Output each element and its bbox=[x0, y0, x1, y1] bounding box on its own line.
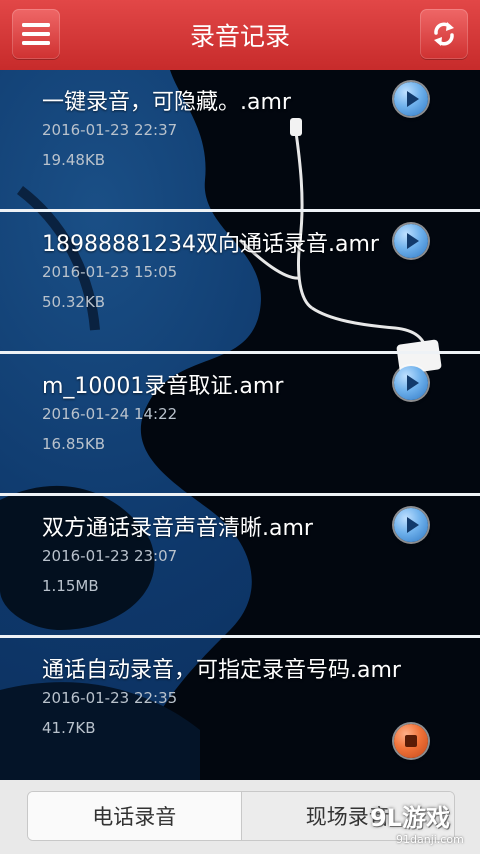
file-name: 一键录音，可隐藏。.amr bbox=[42, 90, 291, 115]
app-header: 录音记录 bbox=[0, 0, 480, 71]
list-item[interactable]: 通话自动录音，可指定录音号码.amr 2016-01-23 22:35 41.7… bbox=[0, 638, 480, 780]
play-button[interactable] bbox=[394, 224, 428, 258]
file-date: 2016-01-24 14:22 bbox=[42, 405, 178, 423]
tab-phone-recording[interactable]: 电话录音 bbox=[28, 792, 241, 840]
file-size: 50.32KB bbox=[42, 293, 106, 311]
watermark-url: 91danji.com bbox=[396, 833, 464, 846]
refresh-icon bbox=[434, 22, 454, 46]
play-button[interactable] bbox=[394, 366, 428, 400]
file-date: 2016-01-23 22:37 bbox=[42, 121, 178, 139]
watermark-logo: 9L游戏 bbox=[370, 804, 450, 832]
play-button[interactable] bbox=[394, 508, 428, 542]
list-item[interactable]: 18988881234双向通话录音.amr 2016-01-23 15:05 5… bbox=[0, 212, 480, 354]
file-date: 2016-01-23 15:05 bbox=[42, 263, 178, 281]
file-name: m_10001录音取证.amr bbox=[42, 374, 284, 399]
file-name: 18988881234双向通话录音.amr bbox=[42, 232, 379, 257]
file-size: 16.85KB bbox=[42, 435, 106, 453]
file-size: 41.7KB bbox=[42, 719, 96, 737]
file-size: 19.48KB bbox=[42, 151, 106, 169]
stop-button[interactable] bbox=[394, 724, 428, 758]
page-title: 录音记录 bbox=[189, 22, 290, 51]
file-name: 双方通话录音声音清晰.amr bbox=[42, 516, 313, 541]
list-item[interactable]: m_10001录音取证.amr 2016-01-24 14:22 16.85KB bbox=[0, 354, 480, 496]
file-name: 通话自动录音，可指定录音号码.amr bbox=[42, 658, 401, 683]
file-date: 2016-01-23 23:07 bbox=[42, 547, 178, 565]
watermark: 9L游戏 91danji.com bbox=[370, 798, 478, 850]
file-date: 2016-01-23 22:35 bbox=[42, 689, 178, 707]
list-item[interactable]: 双方通话录音声音清晰.amr 2016-01-23 23:07 1.15MB bbox=[0, 496, 480, 638]
list-item[interactable]: 一键录音，可隐藏。.amr 2016-01-23 22:37 19.48KB bbox=[0, 70, 480, 212]
play-button[interactable] bbox=[394, 82, 428, 116]
refresh-button[interactable] bbox=[420, 9, 468, 59]
file-size: 1.15MB bbox=[42, 577, 99, 595]
recordings-list[interactable]: 一键录音，可隐藏。.amr 2016-01-23 22:37 19.48KB 1… bbox=[0, 70, 480, 780]
